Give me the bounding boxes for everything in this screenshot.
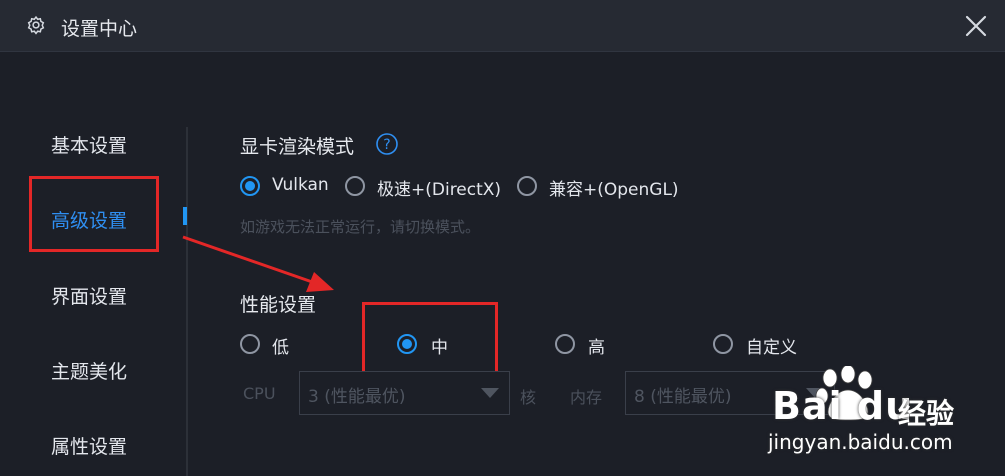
memory-label: 内存 [570, 388, 603, 407]
cpu-select[interactable]: 3 (性能最优) [299, 371, 510, 415]
close-icon[interactable] [962, 12, 990, 40]
window-title: 设置中心 [61, 18, 138, 40]
dropdown-arrow-icon [481, 388, 499, 398]
sidebar-item-basic[interactable]: 基本设置 [51, 131, 127, 158]
annotation-box-advanced [29, 176, 159, 252]
render-label-vulkan[interactable]: Vulkan [272, 175, 329, 195]
gear-icon [27, 15, 45, 35]
watermark-brand: Bai du [772, 384, 914, 428]
sidebar-item-interface[interactable]: 界面设置 [51, 282, 127, 309]
render-mode-hint: 如游戏无法正常运行，请切换模式。 [240, 218, 481, 236]
perf-label-medium[interactable]: 中 [431, 333, 448, 358]
watermark-url: jingyan.baidu.com [768, 430, 953, 454]
help-icon[interactable]: ? [375, 132, 399, 156]
annotation-box-medium [362, 302, 498, 376]
cpu-label: CPU [243, 384, 276, 403]
perf-radio-medium[interactable] [397, 334, 417, 354]
sidebar-active-indicator [183, 207, 187, 225]
memory-select-value: 8 (性能最优) [634, 387, 732, 407]
render-radio-vulkan[interactable] [240, 176, 260, 196]
render-mode-title: 显卡渲染模式 [240, 136, 355, 158]
watermark-product: 经验 [898, 397, 955, 430]
perf-label-low[interactable]: 低 [272, 333, 289, 358]
sidebar-item-theme[interactable]: 主题美化 [51, 357, 127, 384]
render-radio-directx[interactable] [345, 176, 365, 196]
cpu-select-value: 3 (性能最优) [308, 387, 406, 407]
render-label-directx[interactable]: 极速+(DirectX) [377, 175, 501, 200]
render-radio-opengl[interactable] [517, 176, 537, 196]
sidebar-item-properties[interactable]: 属性设置 [51, 432, 127, 459]
performance-title: 性能设置 [240, 294, 317, 316]
perf-radio-high[interactable] [555, 334, 575, 354]
perf-label-high[interactable]: 高 [588, 333, 605, 358]
title-bar: 设置中心 [0, 0, 1005, 52]
perf-radio-custom[interactable] [713, 334, 733, 354]
sidebar-divider [186, 127, 188, 476]
perf-radio-low[interactable] [240, 334, 260, 354]
render-label-opengl[interactable]: 兼容+(OpenGL) [549, 175, 679, 200]
perf-label-custom[interactable]: 自定义 [746, 333, 797, 358]
svg-text:?: ? [383, 137, 390, 153]
cores-label: 核 [520, 388, 537, 407]
